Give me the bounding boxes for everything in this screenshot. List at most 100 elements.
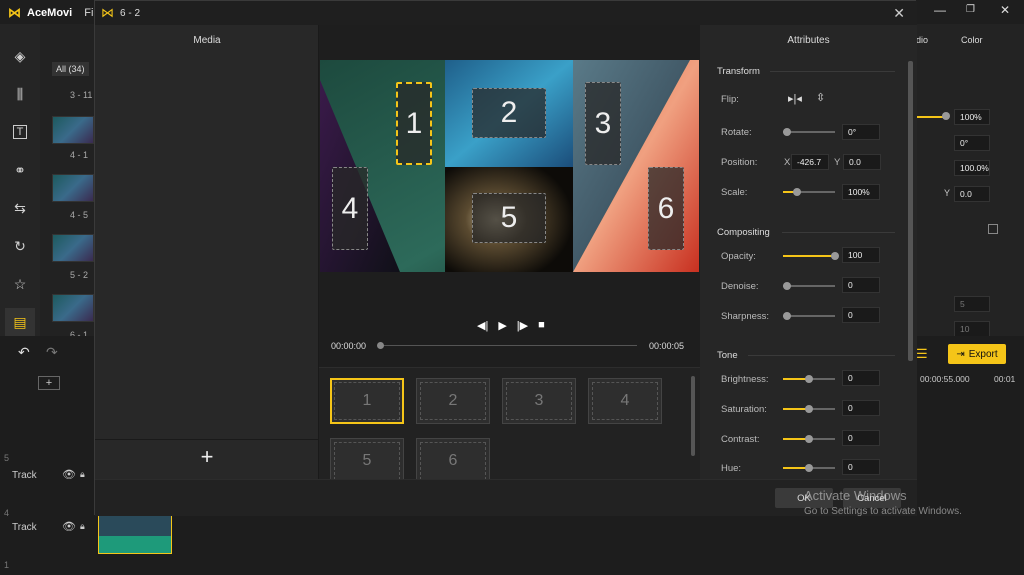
position-x-input[interactable]: -426.7: [791, 154, 829, 170]
contrast-slider[interactable]: [783, 435, 835, 443]
track-number: 4: [4, 508, 10, 518]
template-thumb[interactable]: [52, 234, 94, 262]
audio-icon[interactable]: ⫼: [10, 84, 30, 104]
hue-slider[interactable]: [783, 464, 835, 472]
tab-audio[interactable]: dio: [916, 35, 928, 45]
slot-tile-6[interactable]: 6: [416, 438, 490, 484]
add-track-button[interactable]: +: [38, 376, 60, 390]
brightness-label: Brightness:: [721, 374, 769, 385]
slot-tile-4[interactable]: 4: [588, 378, 662, 424]
minimize-icon[interactable]: —: [934, 3, 946, 17]
template-thumb[interactable]: [52, 116, 94, 144]
next-frame-icon[interactable]: |▶: [517, 319, 528, 332]
effects-icon[interactable]: ↻: [10, 236, 30, 256]
split-slot-4[interactable]: 4: [332, 167, 368, 250]
slot-tile-1[interactable]: 1: [330, 378, 404, 424]
template-thumb[interactable]: [52, 174, 94, 202]
sharpness-input[interactable]: 0: [842, 307, 880, 323]
template-thumb[interactable]: [52, 294, 94, 322]
bg-value[interactable]: 100%: [954, 109, 990, 125]
slider-knob[interactable]: [805, 435, 813, 443]
sharpness-slider[interactable]: [783, 312, 835, 320]
lock-icon[interactable]: 🔒︎: [80, 521, 85, 532]
filters-icon[interactable]: ⚭: [10, 160, 30, 180]
preview-area: 1 2 3 4 5 6 ◀| ▶ |▶ ■ 00:00:00 00:00:05 …: [319, 25, 700, 484]
opacity-slider[interactable]: [783, 252, 839, 260]
split-slot-6[interactable]: 6: [648, 167, 684, 250]
layers-icon[interactable]: ◈: [10, 46, 30, 66]
slider-knob[interactable]: [805, 375, 813, 383]
split-slot-3[interactable]: 3: [585, 82, 621, 165]
split-slot-2[interactable]: 2: [472, 88, 546, 138]
flip-horizontal-icon[interactable]: ▸|◂: [788, 92, 802, 105]
lock-icon[interactable]: 🔒︎: [80, 469, 85, 480]
export-button[interactable]: ⇥ Export: [948, 344, 1006, 364]
track-number: 5: [4, 453, 10, 463]
filter-all[interactable]: All (34): [52, 62, 89, 76]
stop-icon[interactable]: ■: [538, 319, 545, 332]
activation-watermark: Activate Windows: [804, 488, 907, 503]
slider-knob[interactable]: [831, 252, 839, 260]
denoise-input[interactable]: 0: [842, 277, 880, 293]
slider-knob[interactable]: [783, 128, 791, 136]
opacity-input[interactable]: 100: [842, 247, 880, 263]
redo-icon[interactable]: ↷: [46, 344, 58, 361]
bg-checkbox[interactable]: [988, 224, 998, 234]
split-screen-icon[interactable]: ▤: [5, 308, 35, 336]
eye-icon[interactable]: 👁: [62, 520, 76, 533]
slider-knob[interactable]: [805, 405, 813, 413]
close-icon[interactable]: ✕: [893, 5, 905, 22]
scale-input[interactable]: 100%: [842, 184, 880, 200]
settings-sliders-icon[interactable]: ☰: [916, 346, 928, 362]
scale-slider[interactable]: [783, 188, 835, 196]
split-slot-5[interactable]: 5: [472, 193, 546, 243]
scrollbar[interactable]: [691, 376, 695, 456]
undo-icon[interactable]: ↶: [18, 344, 30, 361]
slider-knob[interactable]: [805, 464, 813, 472]
thumb-label: 3 - 11: [70, 90, 93, 100]
scale-label: Scale:: [721, 187, 748, 198]
rotate-input[interactable]: 0°: [842, 124, 880, 140]
scrub-bar[interactable]: [381, 345, 637, 346]
prev-frame-icon[interactable]: ◀|: [477, 319, 488, 332]
rotate-slider[interactable]: [783, 128, 835, 136]
brightness-slider[interactable]: [783, 375, 835, 383]
sticker-icon[interactable]: ☆: [10, 274, 30, 294]
restore-icon[interactable]: ❐: [966, 4, 975, 15]
scrub-handle[interactable]: [377, 342, 384, 349]
slot-tile-3[interactable]: 3: [502, 378, 576, 424]
flip-vertical-icon[interactable]: ⇳: [816, 91, 825, 104]
slot-tile-label: 3: [506, 382, 572, 420]
tab-color[interactable]: Color: [961, 35, 983, 45]
bg-slider-knob[interactable]: [942, 112, 950, 120]
bg-value[interactable]: 100.0%: [954, 160, 990, 176]
slot-tile-2[interactable]: 2: [416, 378, 490, 424]
brightness-input[interactable]: 0: [842, 370, 880, 386]
scrollbar[interactable]: [908, 61, 913, 361]
slot-tile-label: 1: [334, 382, 400, 420]
timeline-clip[interactable]: [98, 514, 172, 554]
slider-knob[interactable]: [783, 282, 791, 290]
saturation-slider[interactable]: [783, 405, 835, 413]
bg-value[interactable]: 5: [954, 296, 990, 312]
transitions-icon[interactable]: ⇆: [10, 198, 30, 218]
add-media-button[interactable]: +: [195, 445, 219, 469]
dialog-title: 6 - 2: [120, 7, 141, 19]
denoise-slider[interactable]: [783, 282, 835, 290]
play-icon[interactable]: ▶: [498, 319, 506, 332]
slot-tile-5[interactable]: 5: [330, 438, 404, 484]
track-label: Track: [12, 522, 37, 533]
hue-input[interactable]: 0: [842, 459, 880, 475]
slider-knob[interactable]: [793, 188, 801, 196]
position-y-input[interactable]: 0.0: [843, 154, 881, 170]
slider-knob[interactable]: [783, 312, 791, 320]
text-icon[interactable]: T: [10, 122, 30, 142]
bg-value[interactable]: 0°: [954, 135, 990, 151]
split-slot-1[interactable]: 1: [396, 82, 432, 165]
eye-icon[interactable]: 👁: [62, 468, 76, 481]
saturation-input[interactable]: 0: [842, 400, 880, 416]
bg-value[interactable]: 10: [954, 321, 990, 337]
close-app-icon[interactable]: ✕: [1000, 3, 1010, 17]
bg-value[interactable]: 0.0: [954, 186, 990, 202]
contrast-input[interactable]: 0: [842, 430, 880, 446]
